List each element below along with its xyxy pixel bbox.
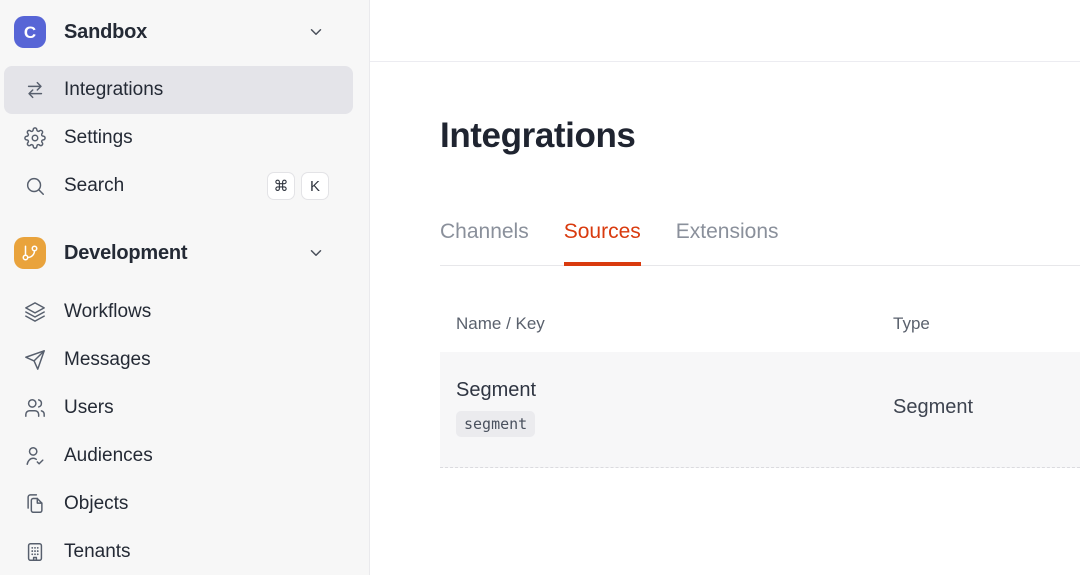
sidebar-item-label: Objects: [64, 493, 129, 514]
sidebar-item-messages[interactable]: Messages: [4, 336, 353, 384]
logo-letter: C: [23, 22, 37, 42]
tab-sources[interactable]: Sources: [563, 220, 641, 266]
users-icon: [24, 397, 46, 419]
column-header-type: Type: [893, 314, 930, 333]
table-row-segment[interactable]: Segment segment Segment: [440, 352, 1080, 468]
source-key-badge: segment: [456, 411, 536, 437]
sidebar-item-settings[interactable]: Settings: [4, 114, 353, 162]
copy-pages-icon: [24, 493, 46, 515]
sidebar-item-label: Audiences: [64, 445, 153, 466]
sidebar-item-label: Users: [64, 397, 114, 418]
page-title: Integrations: [440, 116, 636, 155]
tab-extensions[interactable]: Extensions: [676, 220, 779, 265]
building-icon: [24, 541, 46, 563]
sidebar-item-label: Integrations: [64, 79, 164, 100]
gear-icon: [24, 127, 46, 149]
git-branch-icon: [14, 237, 46, 269]
layers-icon: [24, 301, 46, 323]
sidebar-item-label: Settings: [64, 127, 133, 148]
development-nav: Workflows Messages Users Audiences Objec…: [0, 288, 369, 575]
table-header: Name / Key Type: [440, 266, 1080, 352]
search-icon: [24, 175, 46, 197]
sidebar-item-label: Tenants: [64, 541, 131, 562]
chevron-down-icon: [307, 244, 325, 262]
chevron-down-icon: [307, 23, 325, 41]
sidebar-item-label: Messages: [64, 349, 151, 370]
primary-nav: Integrations Settings Search ⌘ K: [0, 66, 369, 210]
section-label: Development: [64, 241, 188, 264]
integrations-table: Name / Key Type Segment segment Segment: [440, 266, 1080, 468]
column-header-name-key: Name / Key: [456, 314, 545, 333]
k-key-badge: K: [301, 172, 329, 200]
courier-logo-icon: C: [14, 16, 46, 48]
source-type: Segment: [893, 396, 974, 418]
name-key-cell: Segment segment: [440, 378, 893, 437]
sidebar-item-search[interactable]: Search ⌘ K: [4, 162, 353, 210]
workspace-name: Sandbox: [64, 20, 148, 43]
sidebar-item-tenants[interactable]: Tenants: [4, 528, 353, 575]
sidebar-item-integrations[interactable]: Integrations: [4, 66, 353, 114]
tabs: Channels Sources Extensions: [440, 220, 1080, 266]
sidebar-item-users[interactable]: Users: [4, 384, 353, 432]
main-area: Integrations Channels Sources Extensions…: [370, 0, 1080, 575]
cmd-key-badge: ⌘: [267, 172, 295, 200]
user-check-icon: [24, 445, 46, 467]
page-content: Integrations Channels Sources Extensions…: [370, 62, 1080, 468]
sidebar-item-workflows[interactable]: Workflows: [4, 288, 353, 336]
sidebar-section-development[interactable]: Development: [0, 228, 369, 278]
workspace-switcher[interactable]: C Sandbox: [0, 12, 369, 52]
swap-arrows-icon: [24, 79, 46, 101]
sidebar-item-objects[interactable]: Objects: [4, 480, 353, 528]
sidebar-item-audiences[interactable]: Audiences: [4, 432, 353, 480]
top-bar: [370, 0, 1080, 62]
source-name: Segment: [456, 379, 537, 401]
tab-channels[interactable]: Channels: [440, 220, 529, 265]
paper-plane-icon: [24, 349, 46, 371]
sidebar-item-label: Workflows: [64, 301, 152, 322]
sidebar: C Sandbox Integrations Settings Search ⌘…: [0, 0, 370, 575]
app-root: C Sandbox Integrations Settings Search ⌘…: [0, 0, 1080, 575]
search-shortcut: ⌘ K: [267, 172, 329, 200]
sidebar-item-label: Search: [64, 175, 125, 196]
